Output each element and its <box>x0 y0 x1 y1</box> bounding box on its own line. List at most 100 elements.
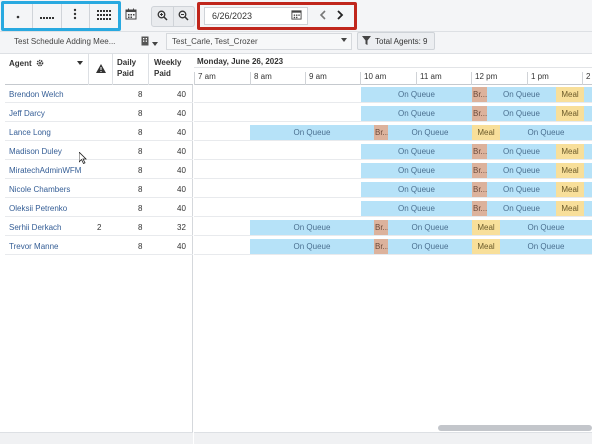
timeline-scrollbar-thumb[interactable] <box>438 425 592 431</box>
agent-list-horizontal-scrollbar[interactable] <box>0 432 193 444</box>
timeline-horizontal-scrollbar[interactable] <box>194 432 592 444</box>
vertical-dots-icon <box>73 7 77 25</box>
schedule-row: On Queue Br... On Queue Meal <box>194 142 592 160</box>
activity-break[interactable]: Br... <box>374 239 388 254</box>
daily-paid-column-header[interactable]: Daily Paid <box>113 54 149 85</box>
agent-row[interactable]: Brendon Welch 8 40 <box>5 85 193 103</box>
activity-meal[interactable]: Meal <box>472 125 500 140</box>
agent-sort-caret-icon[interactable] <box>77 61 83 65</box>
agent-name-link[interactable]: Nicole Chambers <box>9 185 70 194</box>
agent-row[interactable]: Jeff Darcy 8 40 <box>5 104 193 122</box>
activity-on-queue[interactable]: On Queue <box>361 87 472 102</box>
agent-row[interactable]: Lance Long 8 40 <box>5 123 193 141</box>
activity-break[interactable]: Br... <box>374 125 388 140</box>
calendar-button[interactable] <box>122 7 140 25</box>
team-select[interactable]: Test_Carle, Test_Crozer <box>166 33 352 50</box>
activity-on-queue[interactable]: On Queue <box>250 125 374 140</box>
daily-paid-label-line2: Paid <box>117 69 134 78</box>
activity-meal[interactable]: Meal <box>556 87 584 102</box>
agent-name-link[interactable]: Oleksii Petrenko <box>9 204 67 213</box>
agent-name-link[interactable]: Madison Duley <box>9 147 62 156</box>
agent-row[interactable]: Trevor Manne 8 40 <box>5 237 193 255</box>
activity-on-queue[interactable]: On Queue <box>250 239 374 254</box>
activity-meal[interactable]: Meal <box>472 239 500 254</box>
activity-on-queue[interactable]: On Queue <box>487 87 556 102</box>
activity-on-queue[interactable]: On Queue <box>487 106 556 121</box>
activity-on-queue[interactable] <box>584 106 592 121</box>
calendar-icon <box>125 7 137 25</box>
activity-on-queue[interactable]: On Queue <box>487 201 556 216</box>
activity-on-queue[interactable]: On Queue <box>487 144 556 159</box>
agent-name-link[interactable]: Jeff Darcy <box>9 109 45 118</box>
activity-on-queue[interactable] <box>584 182 592 197</box>
activity-meal[interactable]: Meal <box>556 106 584 121</box>
activity-on-queue[interactable] <box>584 87 592 102</box>
zoom-out-icon <box>178 8 189 26</box>
agent-row[interactable]: MiratechAdminWFM 8 40 <box>5 161 193 179</box>
activity-on-queue[interactable] <box>584 163 592 178</box>
next-day-button[interactable] <box>331 7 348 25</box>
activity-meal[interactable]: Meal <box>556 182 584 197</box>
gear-icon[interactable] <box>36 59 44 69</box>
date-picker-button[interactable] <box>290 10 302 22</box>
activity-on-queue[interactable]: On Queue <box>388 220 472 235</box>
activity-break[interactable]: Br... <box>472 163 487 178</box>
agent-daily-paid: 8 <box>138 166 143 175</box>
activity-break[interactable]: Br... <box>472 201 487 216</box>
activity-on-queue[interactable]: On Queue <box>500 125 592 140</box>
activity-on-queue[interactable]: On Queue <box>361 182 472 197</box>
activity-break[interactable]: Br... <box>472 87 487 102</box>
activity-on-queue[interactable]: On Queue <box>361 144 472 159</box>
view-grid-button[interactable] <box>90 4 118 28</box>
activity-on-queue[interactable]: On Queue <box>500 220 592 235</box>
agent-name-link[interactable]: Serhii Derkach <box>9 223 61 232</box>
activity-on-queue[interactable]: On Queue <box>487 163 556 178</box>
previous-day-button[interactable] <box>314 7 331 25</box>
activity-on-queue[interactable]: On Queue <box>361 106 472 121</box>
schedule-row: On Queue Br... On Queue Meal On Queue <box>194 237 592 255</box>
total-agents-filter-button[interactable]: Total Agents: 9 <box>357 32 435 50</box>
activity-on-queue[interactable]: On Queue <box>388 125 472 140</box>
activity-break[interactable]: Br... <box>472 106 487 121</box>
calendar-icon <box>290 7 302 25</box>
agent-row[interactable]: Nicole Chambers 8 40 <box>5 180 193 198</box>
view-dotted-line-button[interactable] <box>33 4 62 28</box>
zoom-out-button[interactable] <box>174 7 195 26</box>
schedule-row: On Queue Br... On Queue Meal <box>194 199 592 217</box>
hour-label: 2 <box>582 72 590 85</box>
agent-row[interactable]: Oleksii Petrenko 8 40 <box>5 199 193 217</box>
schedule-row: On Queue Br... On Queue Meal <box>194 85 592 103</box>
activity-meal[interactable]: Meal <box>472 220 500 235</box>
agent-row[interactable]: Madison Duley 8 40 <box>5 142 193 160</box>
zoom-in-button[interactable] <box>152 7 174 26</box>
activity-on-queue[interactable]: On Queue <box>361 201 472 216</box>
agent-name-link[interactable]: Trevor Manne <box>9 242 59 251</box>
agent-name-link[interactable]: Lance Long <box>9 128 51 137</box>
agent-column-header[interactable]: Agent <box>5 54 89 85</box>
activity-break[interactable]: Br... <box>374 220 388 235</box>
agent-daily-paid: 8 <box>138 223 143 232</box>
activity-break[interactable]: Br... <box>472 182 487 197</box>
weekly-paid-column-header[interactable]: Weekly Paid <box>149 54 193 85</box>
activity-break[interactable]: Br... <box>472 144 487 159</box>
activity-on-queue[interactable]: On Queue <box>500 239 592 254</box>
activity-on-queue[interactable] <box>584 144 592 159</box>
activity-on-queue[interactable]: On Queue <box>250 220 374 235</box>
agent-row[interactable]: Serhii Derkach 2 8 32 <box>5 218 193 236</box>
activity-meal[interactable]: Meal <box>556 201 584 216</box>
activity-meal[interactable]: Meal <box>556 144 584 159</box>
agent-name-link[interactable]: Brendon Welch <box>9 90 64 99</box>
activity-on-queue[interactable]: On Queue <box>361 163 472 178</box>
activity-meal[interactable]: Meal <box>556 163 584 178</box>
schedule-name-tab[interactable]: Test Schedule Adding Mee... <box>8 34 133 50</box>
activity-on-queue[interactable]: On Queue <box>388 239 472 254</box>
activity-on-queue[interactable] <box>584 201 592 216</box>
hour-label: 12 pm <box>471 72 497 85</box>
activity-on-queue[interactable]: On Queue <box>487 182 556 197</box>
view-vertical-dots-button[interactable] <box>62 4 91 28</box>
view-single-dot-button[interactable] <box>4 4 33 28</box>
group-type-select[interactable] <box>138 34 162 50</box>
warnings-column-header[interactable] <box>89 54 113 85</box>
agent-name-link[interactable]: MiratechAdminWFM <box>9 166 81 175</box>
chevron-left-icon <box>319 7 327 25</box>
